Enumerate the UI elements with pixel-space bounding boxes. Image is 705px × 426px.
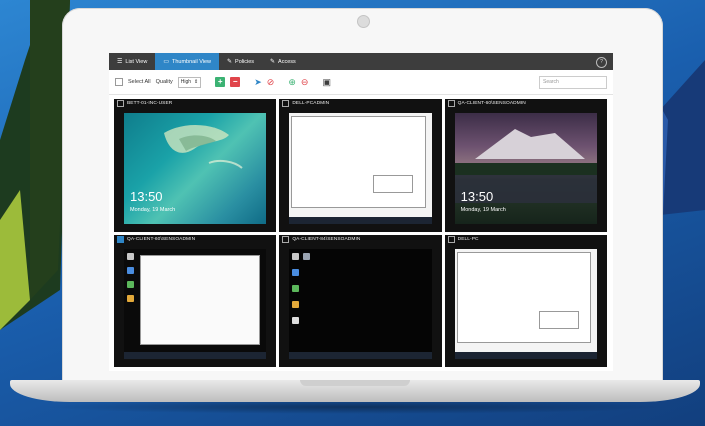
wrench-icon: ✎ [270, 59, 276, 65]
tile-title: QA-CLIENT-60\SENSOADMIN [127, 236, 196, 242]
tile-checkbox[interactable] [447, 100, 455, 107]
tile-header: QA-CLIENT-60\SENSOADMIN [445, 99, 607, 108]
remove-button[interactable]: − [230, 77, 241, 87]
zoom-out-icon[interactable]: ⊖ [301, 77, 309, 87]
desktop-icon [127, 252, 134, 260]
screen-thumbnail [289, 248, 432, 359]
tab-label: Access [278, 58, 296, 65]
desktop-icon [292, 316, 300, 324]
help-icon[interactable]: ? [596, 57, 607, 68]
desktop-icon [127, 294, 134, 302]
tile-header: QA-CLIENT-60\SENSOADMIN [114, 235, 276, 244]
taskbar [289, 352, 432, 359]
tile-checkbox[interactable] [447, 235, 455, 243]
screen-thumbnail [289, 113, 432, 224]
desktop-icon [303, 252, 311, 260]
tab-list-view[interactable]: ☰ List View [109, 53, 155, 70]
quality-label: Quality [155, 79, 173, 85]
dialog-window [373, 175, 414, 193]
select-all-checkbox[interactable] [115, 78, 123, 86]
thumbnail-grid: BETT-01-INC-USER 13:50 Monday, 19 March … [114, 99, 607, 367]
tile-checkbox[interactable] [117, 100, 124, 107]
tile-header: DELL-PCADMIN [279, 99, 441, 108]
thumbnail-tile[interactable]: DELL-PCADMIN [279, 99, 442, 232]
pointer-icon[interactable]: ➤ [254, 77, 262, 87]
taskbar [124, 352, 267, 359]
tile-title: QA-CLIENT-84\SENSOADMIN [292, 236, 361, 242]
desktop-icon [127, 266, 134, 274]
tabbar-spacer [304, 53, 596, 70]
lock-date: Monday, 19 March [460, 206, 506, 213]
tab-thumbnail-view[interactable]: ▭ Thumbnail View [155, 53, 220, 70]
tile-title: DELL-PCADMIN [292, 101, 330, 106]
tile-header: BETT-01-INC-USER [114, 99, 276, 108]
screen-thumbnail [124, 248, 267, 359]
explorer-window [140, 254, 261, 345]
thumbnail-tile[interactable]: QA-CLIENT-60\SENSOADMIN [114, 234, 277, 367]
chevron-down-icon: ⇕ [194, 79, 199, 85]
tab-label: List View [125, 58, 148, 65]
laptop-notch [300, 380, 410, 386]
tile-header: QA-CLIENT-84\SENSOADMIN [279, 235, 441, 244]
tile-header: DELL-PC [445, 235, 607, 244]
tab-label: Policies [235, 58, 254, 65]
monitor-icon[interactable]: ▣ [322, 77, 331, 87]
laptop-base [10, 380, 700, 402]
search-placeholder: Search [543, 79, 559, 85]
search-input[interactable]: Search [539, 75, 607, 89]
desktop-icon [292, 300, 300, 308]
laptop-shadow [40, 400, 670, 414]
screen-thumbnail [454, 248, 597, 359]
lock-date: Monday, 19 March [130, 206, 176, 213]
tab-label: Thumbnail View [171, 58, 212, 65]
thumbnail-tile[interactable]: DELL-PC [444, 234, 607, 367]
wrench-icon: ✎ [227, 59, 233, 65]
explorer-window [456, 251, 591, 343]
view-tabbar: ☰ List View ▭ Thumbnail View ✎ Policies … [109, 53, 613, 70]
desktop-icon [292, 268, 300, 276]
camera-dot [357, 15, 370, 28]
desktop-icon [127, 280, 134, 288]
tile-title: DELL-PC [457, 236, 479, 242]
toolbar: Select All Quality High ⇕ + − ➤ ⊘ ⊕ ⊖ ▣ … [109, 70, 613, 95]
lock-time: 13:50 [130, 188, 163, 204]
thumbnail-tile[interactable]: QA-CLIENT-84\SENSOADMIN [279, 234, 442, 367]
taskbar [454, 352, 597, 359]
tile-checkbox[interactable] [117, 235, 124, 243]
desktop-icon [292, 284, 300, 292]
tile-title: QA-CLIENT-60\SENSOADMIN [457, 101, 526, 106]
tab-policies[interactable]: ✎ Policies [219, 53, 262, 70]
screen-thumbnail: 13:50 Monday, 19 March [124, 113, 267, 224]
add-button[interactable]: + [215, 77, 226, 87]
tab-access[interactable]: ✎ Access [262, 53, 304, 70]
quality-select[interactable]: High ⇕ [177, 76, 202, 88]
monitor-icon: ▭ [163, 59, 169, 65]
block-icon[interactable]: ⊘ [267, 77, 275, 87]
zoom-in-icon[interactable]: ⊕ [288, 77, 296, 87]
tile-title: BETT-01-INC-USER [127, 101, 173, 106]
lock-time: 13:50 [460, 188, 494, 204]
taskbar [289, 216, 432, 224]
explorer-window [291, 116, 426, 208]
app-screen: ☰ List View ▭ Thumbnail View ✎ Policies … [109, 53, 613, 371]
thumbnail-tile[interactable]: BETT-01-INC-USER 13:50 Monday, 19 March [114, 99, 277, 232]
list-icon: ☰ [117, 59, 123, 65]
thumbnail-tile[interactable]: QA-CLIENT-60\SENSOADMIN 13:50 Monday, 19… [444, 99, 607, 232]
tile-checkbox[interactable] [282, 235, 290, 243]
select-all-label: Select All [128, 79, 151, 85]
screen-thumbnail: 13:50 Monday, 19 March [454, 113, 597, 224]
quality-value: High [180, 79, 192, 85]
dialog-window [538, 310, 579, 329]
desktop-icon [292, 252, 300, 260]
tile-checkbox[interactable] [282, 100, 290, 107]
